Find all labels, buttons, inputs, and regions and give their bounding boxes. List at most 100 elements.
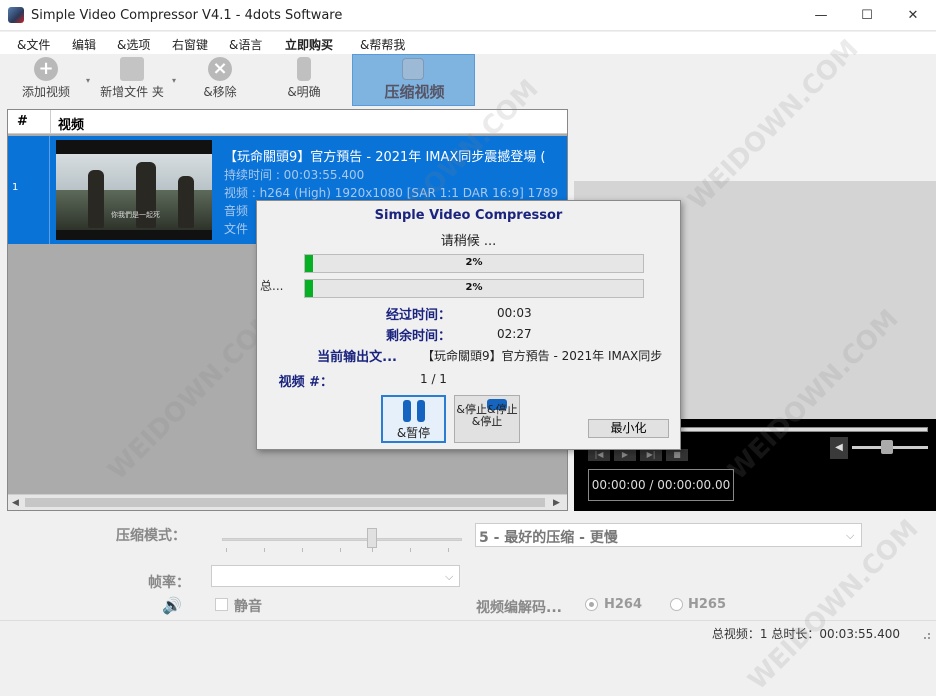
progress-percent: 2% <box>465 282 483 293</box>
menu-bar: &文件 编辑 &选项 右窗键 &语言 立即购买 &帮帮我 <box>0 32 936 54</box>
video-stream-info: 视频 : h264 (High) 1920x1080 [SAR 1:1 DAR … <box>224 186 559 200</box>
compression-slider-knob[interactable] <box>367 528 377 548</box>
video-codec-label: 视频编解码... <box>476 600 562 616</box>
column-divider[interactable] <box>50 110 51 134</box>
next-frame-icon[interactable]: ▶| <box>640 449 662 461</box>
slider-tick <box>302 548 303 552</box>
column-video[interactable]: 视频 <box>58 114 84 133</box>
elapsed-time-value: 00:03 <box>497 306 532 320</box>
mute-checkbox[interactable] <box>215 598 228 611</box>
time-display: 00:00:00 / 00:00:00.00 <box>588 469 734 501</box>
dialog-wait-text: 请稍候 ... <box>440 234 497 249</box>
maximize-window-button[interactable]: ☐ <box>844 0 890 31</box>
row-separator <box>49 136 50 244</box>
dialog-title: Simple Video Compressor <box>374 208 563 223</box>
current-output-label: 当前输出文... <box>317 350 397 365</box>
remove-label: &移除 <box>203 85 237 99</box>
volume-slider-knob[interactable] <box>881 440 893 454</box>
elapsed-time-label: 经过时间： <box>385 308 451 323</box>
clear-label: &明确 <box>287 85 321 99</box>
video-title: 【玩命關頭9】官方預告 - 2021年 IMAX同步震撼登場 ( <box>224 150 546 165</box>
slider-tick <box>340 548 341 552</box>
menu-file[interactable]: &文件 <box>17 36 50 53</box>
scrollbar-thumb[interactable] <box>25 498 545 507</box>
slider-tick <box>264 548 265 552</box>
h264-radio[interactable] <box>585 598 598 611</box>
menu-language[interactable]: &语言 <box>229 36 262 53</box>
chevron-down-icon: ⌵ <box>445 570 454 583</box>
slider-tick <box>448 548 449 552</box>
compress-video-label: 压缩视频 <box>384 83 445 101</box>
add-video-dropdown-icon[interactable]: ▾ <box>86 76 90 85</box>
compression-mode-value: 5 - 最好的压缩 - 更慢 <box>479 530 618 546</box>
file-progress-bar: 2% <box>304 254 644 273</box>
play-icon[interactable]: ▶ <box>614 449 636 461</box>
prev-frame-icon[interactable]: |◀ <box>588 449 610 461</box>
menu-right-click[interactable]: 右窗键 <box>172 36 208 53</box>
chevron-down-icon: ⌵ <box>846 529 855 542</box>
row-number: 1 <box>12 182 19 193</box>
thumbnail-figure <box>178 176 194 228</box>
scroll-right-icon[interactable]: ▶ <box>553 498 560 508</box>
add-folder-dropdown-icon[interactable]: ▾ <box>172 76 176 85</box>
framerate-select[interactable]: ⌵ <box>211 565 460 587</box>
mute-label: 静音 <box>234 599 262 615</box>
remove-button[interactable]: × &移除 <box>190 54 250 104</box>
stop-icon[interactable]: ■ <box>666 449 688 461</box>
compression-mode-label: 压缩模式： <box>116 528 186 544</box>
pause-icon <box>402 400 425 422</box>
compression-slider[interactable] <box>222 538 462 541</box>
add-folder-button[interactable]: 新增文件 夹 <box>96 54 168 104</box>
folder-icon <box>120 57 144 81</box>
menu-options[interactable]: &选项 <box>117 36 150 53</box>
scroll-left-icon[interactable]: ◀ <box>12 498 19 508</box>
add-folder-label: 新增文件 夹 <box>100 85 164 99</box>
menu-help[interactable]: &帮帮我 <box>360 36 405 53</box>
menu-edit[interactable]: 编辑 <box>72 36 96 53</box>
minimize-dialog-button[interactable]: 最小化 <box>588 419 669 438</box>
close-window-button[interactable]: ✕ <box>890 0 936 31</box>
slider-tick <box>226 548 227 552</box>
h264-label: H264 <box>604 597 643 612</box>
thumbnail-caption: 你我們是一起死 <box>111 211 160 219</box>
minimize-window-button[interactable]: — <box>798 0 844 31</box>
current-output-value: 【玩命關頭9】官方預告 - 2021年 IMAX同步 <box>422 349 663 363</box>
seek-slider[interactable] <box>678 427 928 432</box>
volume-icon[interactable]: ◀ <box>830 437 848 459</box>
h265-radio[interactable] <box>670 598 683 611</box>
total-progress-label: 总... <box>260 279 284 293</box>
total-progress-bar: 2% <box>304 279 644 298</box>
video-count-label: 视频 #： <box>278 375 333 390</box>
pause-button[interactable]: &暂停 <box>381 395 446 443</box>
remaining-time-value: 02:27 <box>497 327 532 341</box>
video-thumbnail: 你我們是一起死 <box>56 140 212 240</box>
column-number[interactable]: # <box>17 114 28 129</box>
slider-tick <box>372 548 373 552</box>
compress-video-button[interactable]: 压缩视频 <box>352 54 475 106</box>
add-video-button[interactable]: + 添加视频 <box>14 54 78 104</box>
remaining-time-label: 剩余时间： <box>385 329 451 344</box>
resize-grip-icon[interactable] <box>924 637 926 639</box>
thumbnail-figure <box>88 170 104 228</box>
horizontal-scrollbar[interactable]: ◀ ▶ <box>8 494 567 510</box>
progress-dialog: Simple Video Compressor 请稍候 ... 2% 总... … <box>256 200 681 450</box>
stop-label: &停止&停止&停止 <box>456 403 518 428</box>
progress-percent: 2% <box>465 257 483 268</box>
slider-tick <box>410 548 411 552</box>
add-video-label: 添加视频 <box>21 85 70 99</box>
resize-grip-icon[interactable] <box>928 633 930 635</box>
stop-button[interactable]: &停止&停止&停止 <box>454 395 520 443</box>
app-icon <box>8 7 24 23</box>
title-bar: Simple Video Compressor V4.1 - 4dots Sof… <box>0 0 936 31</box>
compress-icon <box>402 58 424 80</box>
video-duration: 持续时间 : 00:03:55.400 <box>224 168 365 182</box>
plus-icon: + <box>34 57 58 81</box>
resize-grip-icon[interactable] <box>928 637 930 639</box>
x-icon: × <box>208 57 232 81</box>
framerate-label: 帧率： <box>148 575 190 591</box>
compression-mode-select[interactable]: 5 - 最好的压缩 - 更慢 ⌵ <box>475 523 862 547</box>
menu-buy-now[interactable]: 立即购买 <box>285 36 333 53</box>
speaker-icon: 🔊 <box>162 596 182 615</box>
clear-button[interactable]: &明确 <box>274 54 334 104</box>
brush-icon <box>297 57 311 81</box>
